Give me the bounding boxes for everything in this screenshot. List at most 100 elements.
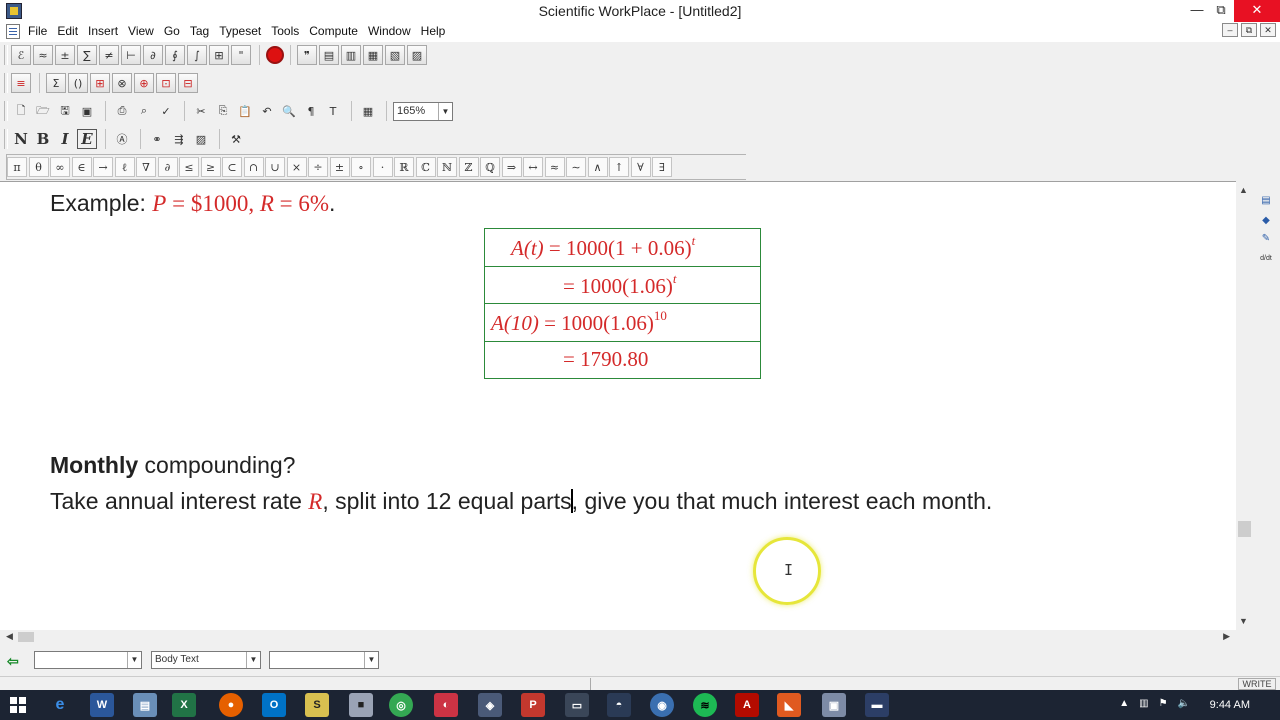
edit-pen-icon[interactable]: ✎: [1258, 231, 1274, 246]
menu-compute[interactable]: Compute: [309, 24, 365, 38]
scroll-right-icon[interactable]: ▶: [1223, 631, 1230, 642]
paste-icon[interactable]: 📋: [235, 101, 255, 121]
symbol-reals[interactable]: ℝ: [394, 157, 414, 177]
app-dark-icon[interactable]: ◓: [607, 693, 631, 717]
symbol-plus-minus[interactable]: ±: [329, 157, 350, 177]
simplify-icon[interactable]: ±: [55, 45, 75, 65]
binomial-icon[interactable]: ⊗: [112, 73, 132, 93]
toolbar-grip[interactable]: [4, 129, 8, 149]
evaluate-numerically-icon[interactable]: ≈: [33, 45, 53, 65]
chevron-down-icon[interactable]: ▼: [364, 652, 378, 668]
save-all-icon[interactable]: ▣: [77, 101, 97, 121]
symbol-times[interactable]: ×: [286, 157, 307, 177]
word-icon[interactable]: W: [90, 693, 114, 717]
copy-icon[interactable]: ⎘: [213, 101, 233, 121]
menu-edit[interactable]: Edit: [57, 24, 85, 38]
symbol-exists[interactable]: ∃: [652, 157, 672, 177]
symbol-integers[interactable]: ℤ: [458, 157, 479, 177]
scientific-workplace-icon[interactable]: S: [305, 693, 329, 717]
zoom-select[interactable]: 165% ▼: [393, 101, 453, 121]
table-icon[interactable]: ⊟: [178, 73, 198, 93]
symbol-union[interactable]: ∪: [265, 157, 285, 177]
expand-icon[interactable]: ∑: [77, 45, 97, 65]
symbol-approx[interactable]: ≈: [544, 157, 565, 177]
chevron-down-icon[interactable]: ▼: [438, 102, 452, 120]
symbol-divide[interactable]: ÷: [308, 157, 328, 177]
symbol-theta[interactable]: θ: [28, 157, 49, 177]
menu-view[interactable]: View: [128, 24, 161, 38]
note-icon[interactable]: ▧: [385, 45, 405, 65]
menu-help[interactable]: Help: [421, 24, 453, 38]
equation-cell[interactable]: A(t) = 1000(1 + 0.06)t: [484, 228, 761, 267]
fragments-icon[interactable]: ▤: [1258, 193, 1274, 208]
quote-icon[interactable]: ": [231, 45, 251, 65]
scroll-up-icon[interactable]: ▲: [1239, 185, 1248, 195]
link-icon[interactable]: ⇶: [169, 129, 189, 149]
mdi-minimize-button[interactable]: –: [1222, 23, 1238, 37]
chevron-down-icon[interactable]: ▼: [246, 652, 260, 668]
tray-expand-icon[interactable]: ▲: [1119, 698, 1129, 709]
symbol-leq[interactable]: ≤: [179, 157, 199, 177]
symbol-subset[interactable]: ⊂: [222, 157, 242, 177]
symbol-geq[interactable]: ≥: [200, 157, 221, 177]
equation-table[interactable]: A(t) = 1000(1 + 0.06)t = 1000(1.06)t A(1…: [484, 228, 761, 379]
equation-cell[interactable]: = 1000(1.06)t: [484, 265, 761, 304]
app-gray-icon[interactable]: ◈: [478, 693, 502, 717]
app-blue-icon[interactable]: ◉: [650, 693, 674, 717]
toolbar-grip[interactable]: [4, 73, 8, 93]
menu-typeset[interactable]: Typeset: [219, 24, 268, 38]
scroll-down-icon[interactable]: ▼: [1239, 616, 1248, 626]
toolbar-grip[interactable]: [4, 45, 8, 65]
symbol-infinity[interactable]: ∞: [50, 157, 70, 177]
save-icon[interactable]: 🖫: [55, 101, 75, 121]
chevron-down-icon[interactable]: ▼: [127, 652, 141, 668]
mdi-close-button[interactable]: ✕: [1260, 23, 1276, 37]
app-red-icon[interactable]: ◐: [434, 693, 458, 717]
symbol-intersection[interactable]: ∩: [243, 157, 264, 177]
item-tag-select[interactable]: ▼: [269, 651, 379, 669]
binoculars-icon[interactable]: ⚭: [147, 129, 167, 149]
powerpoint-icon[interactable]: P: [521, 693, 545, 717]
app-settings-icon[interactable]: ▭: [565, 693, 589, 717]
menu-window[interactable]: Window: [368, 24, 418, 38]
image-icon[interactable]: ▨: [191, 129, 211, 149]
body-tag-select[interactable]: Body Text ▼: [151, 651, 261, 669]
matlab-icon[interactable]: ◣: [777, 693, 801, 717]
menu-insert[interactable]: Insert: [88, 24, 125, 38]
chrome-icon[interactable]: ◎: [389, 693, 413, 717]
symbol-left-right-arrow[interactable]: ↔: [523, 157, 543, 177]
print-icon[interactable]: ⎙: [112, 101, 132, 121]
vertical-scroll-thumb[interactable]: [1238, 521, 1251, 537]
notepad-icon[interactable]: ▤: [133, 693, 157, 717]
restore-button[interactable]: ⧉: [1206, 0, 1236, 22]
menu-tools[interactable]: Tools: [271, 24, 306, 38]
menu-tag[interactable]: Tag: [190, 24, 216, 38]
page-icon[interactable]: ▨: [407, 45, 427, 65]
outlook-icon[interactable]: O: [262, 693, 286, 717]
internet-explorer-icon[interactable]: e: [48, 693, 72, 717]
vertical-scrollbar[interactable]: ▲ ▼: [1236, 181, 1253, 630]
symbol-right-arrow[interactable]: →: [93, 157, 113, 177]
toolbar-grip[interactable]: [4, 101, 8, 121]
symbol-tilde[interactable]: ∼: [566, 157, 586, 177]
clock-time[interactable]: 9:44 AM: [1210, 699, 1250, 711]
symbol-cdot[interactable]: ·: [372, 157, 393, 177]
app-sdm-icon[interactable]: ▬: [865, 693, 889, 717]
calendar-icon[interactable]: ▦: [358, 101, 378, 121]
font-style-icon[interactable]: Ⓐ: [112, 129, 132, 149]
normal-text-button[interactable]: N: [11, 129, 31, 149]
emphasis-text-button[interactable]: E: [77, 129, 97, 149]
volume-icon[interactable]: 🔈: [1178, 698, 1190, 709]
evaluate-icon[interactable]: ℰ: [11, 45, 31, 65]
field-icon[interactable]: ▥: [341, 45, 361, 65]
equation-cell[interactable]: = 1790.80: [484, 340, 761, 379]
stop-icon[interactable]: [266, 46, 284, 64]
document-icon[interactable]: [6, 24, 20, 39]
symbol-naturals[interactable]: ℕ: [437, 157, 457, 177]
operator-icon[interactable]: ⊡: [156, 73, 176, 93]
menu-go[interactable]: Go: [164, 24, 187, 38]
acrobat-icon[interactable]: A: [735, 693, 759, 717]
symbol-pi[interactable]: π: [7, 157, 27, 177]
symbol-complex[interactable]: ℂ: [415, 157, 436, 177]
factor-icon[interactable]: ≠: [99, 45, 119, 65]
